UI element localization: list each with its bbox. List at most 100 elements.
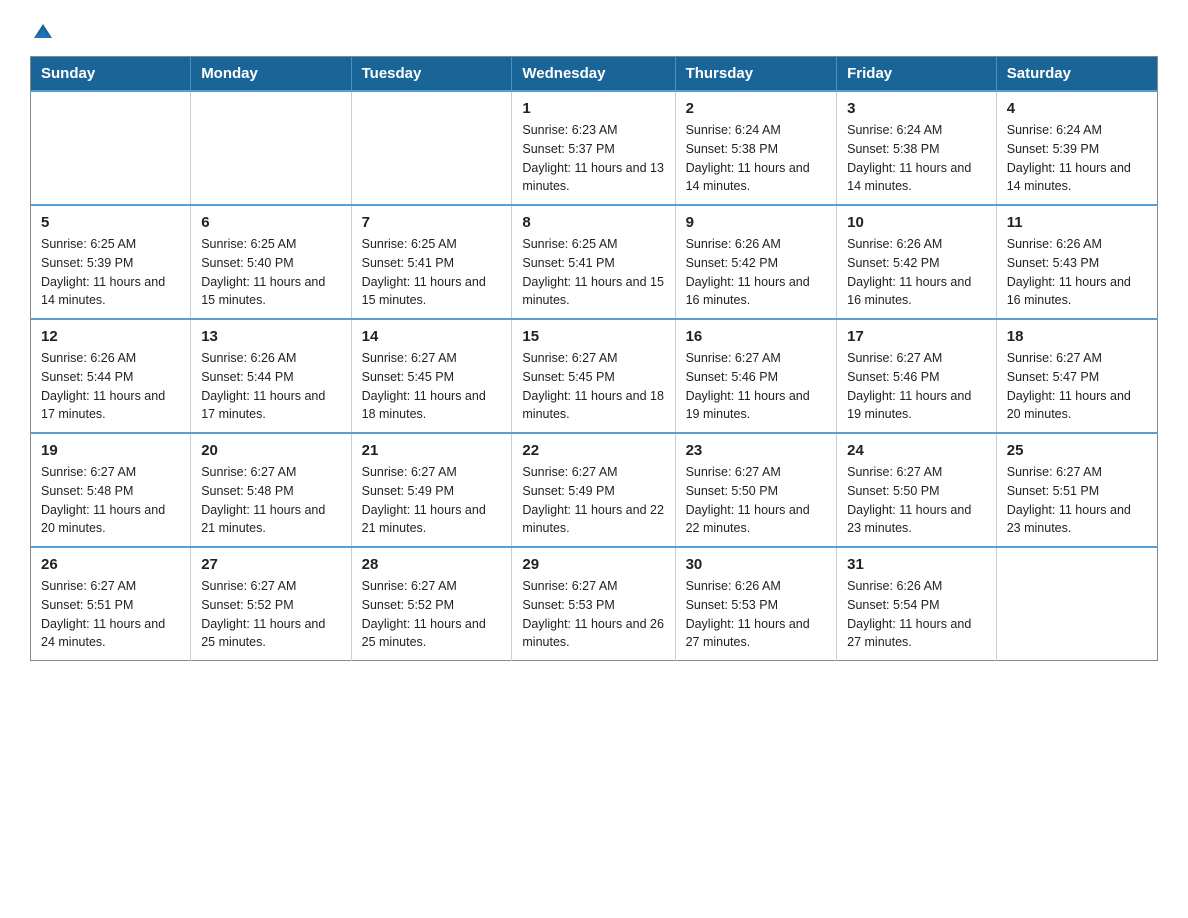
day-detail: Sunrise: 6:27 AMSunset: 5:53 PMDaylight:… (522, 577, 664, 652)
calendar-week-row: 19 Sunrise: 6:27 AMSunset: 5:48 PMDayligh… (31, 433, 1158, 547)
day-detail: Sunrise: 6:27 AMSunset: 5:51 PMDaylight:… (1007, 463, 1147, 538)
calendar-cell: 12 Sunrise: 6:26 AMSunset: 5:44 PMDayligh… (31, 319, 191, 433)
day-of-week-header: Saturday (996, 57, 1157, 92)
calendar-cell: 13 Sunrise: 6:26 AMSunset: 5:44 PMDayligh… (191, 319, 351, 433)
logo-icon (32, 20, 54, 42)
day-of-week-header: Sunday (31, 57, 191, 92)
calendar-cell: 14 Sunrise: 6:27 AMSunset: 5:45 PMDayligh… (351, 319, 512, 433)
calendar-cell: 18Sunrise: 6:27 AMSunset: 5:47 PMDayligh… (996, 319, 1157, 433)
calendar-cell: 29 Sunrise: 6:27 AMSunset: 5:53 PMDayligh… (512, 547, 675, 661)
day-number: 20 (201, 442, 340, 459)
day-detail: Sunrise: 6:25 AMSunset: 5:41 PMDaylight:… (522, 235, 664, 310)
day-number: 29 (522, 556, 664, 573)
day-detail: Sunrise: 6:27 AMSunset: 5:50 PMDaylight:… (686, 463, 827, 538)
day-detail: Sunrise: 6:25 AMSunset: 5:41 PMDaylight:… (362, 235, 502, 310)
day-of-week-header: Wednesday (512, 57, 675, 92)
day-detail: Sunrise: 6:27 AMSunset: 5:52 PMDaylight:… (201, 577, 340, 652)
logo (30, 20, 54, 38)
calendar-cell: 5 Sunrise: 6:25 AMSunset: 5:39 PMDaylight… (31, 205, 191, 319)
day-detail: Sunrise: 6:26 AMSunset: 5:53 PMDaylight:… (686, 577, 827, 652)
calendar-cell: 16Sunrise: 6:27 AMSunset: 5:46 PMDayligh… (675, 319, 837, 433)
day-detail: Sunrise: 6:26 AMSunset: 5:42 PMDaylight:… (686, 235, 827, 310)
day-detail: Sunrise: 6:26 AMSunset: 5:43 PMDaylight:… (1007, 235, 1147, 310)
day-detail: Sunrise: 6:25 AMSunset: 5:39 PMDaylight:… (41, 235, 180, 310)
calendar-cell: 31Sunrise: 6:26 AMSunset: 5:54 PMDayligh… (837, 547, 997, 661)
day-number: 1 (522, 100, 664, 117)
calendar-cell: 8 Sunrise: 6:25 AMSunset: 5:41 PMDaylight… (512, 205, 675, 319)
day-detail: Sunrise: 6:27 AMSunset: 5:51 PMDaylight:… (41, 577, 180, 652)
day-detail: Sunrise: 6:27 AMSunset: 5:52 PMDaylight:… (362, 577, 502, 652)
day-detail: Sunrise: 6:26 AMSunset: 5:54 PMDaylight:… (847, 577, 986, 652)
day-number: 9 (686, 214, 827, 231)
day-number: 10 (847, 214, 986, 231)
calendar-cell: 21Sunrise: 6:27 AMSunset: 5:49 PMDayligh… (351, 433, 512, 547)
calendar-cell: 27 Sunrise: 6:27 AMSunset: 5:52 PMDayligh… (191, 547, 351, 661)
day-detail: Sunrise: 6:27 AMSunset: 5:45 PMDaylight:… (362, 349, 502, 424)
day-number: 17 (847, 328, 986, 345)
calendar-cell: 4 Sunrise: 6:24 AMSunset: 5:39 PMDaylight… (996, 91, 1157, 205)
calendar-header-row: SundayMondayTuesdayWednesdayThursdayFrid… (31, 57, 1158, 92)
day-number: 14 (362, 328, 502, 345)
day-number: 11 (1007, 214, 1147, 231)
day-number: 24 (847, 442, 986, 459)
day-detail: Sunrise: 6:25 AMSunset: 5:40 PMDaylight:… (201, 235, 340, 310)
calendar-cell: 9 Sunrise: 6:26 AMSunset: 5:42 PMDaylight… (675, 205, 837, 319)
day-of-week-header: Thursday (675, 57, 837, 92)
day-number: 6 (201, 214, 340, 231)
calendar-cell: 15Sunrise: 6:27 AMSunset: 5:45 PMDayligh… (512, 319, 675, 433)
day-detail: Sunrise: 6:26 AMSunset: 5:44 PMDaylight:… (201, 349, 340, 424)
calendar-cell: 28 Sunrise: 6:27 AMSunset: 5:52 PMDayligh… (351, 547, 512, 661)
calendar-cell: 26Sunrise: 6:27 AMSunset: 5:51 PMDayligh… (31, 547, 191, 661)
day-number: 7 (362, 214, 502, 231)
day-detail: Sunrise: 6:24 AMSunset: 5:38 PMDaylight:… (847, 121, 986, 196)
calendar-cell (31, 91, 191, 205)
day-detail: Sunrise: 6:26 AMSunset: 5:42 PMDaylight:… (847, 235, 986, 310)
day-number: 25 (1007, 442, 1147, 459)
day-detail: Sunrise: 6:24 AMSunset: 5:39 PMDaylight:… (1007, 121, 1147, 196)
calendar-cell: 10 Sunrise: 6:26 AMSunset: 5:42 PMDayligh… (837, 205, 997, 319)
day-number: 4 (1007, 100, 1147, 117)
calendar-cell (996, 547, 1157, 661)
day-number: 3 (847, 100, 986, 117)
calendar-cell: 3 Sunrise: 6:24 AMSunset: 5:38 PMDaylight… (837, 91, 997, 205)
day-number: 28 (362, 556, 502, 573)
calendar-week-row: 1Sunrise: 6:23 AMSunset: 5:37 PMDaylight… (31, 91, 1158, 205)
day-number: 27 (201, 556, 340, 573)
calendar-cell: 24 Sunrise: 6:27 AMSunset: 5:50 PMDayligh… (837, 433, 997, 547)
day-number: 30 (686, 556, 827, 573)
calendar-table: SundayMondayTuesdayWednesdayThursdayFrid… (30, 56, 1158, 661)
day-number: 22 (522, 442, 664, 459)
day-of-week-header: Monday (191, 57, 351, 92)
day-detail: Sunrise: 6:27 AMSunset: 5:48 PMDaylight:… (41, 463, 180, 538)
day-number: 16 (686, 328, 827, 345)
calendar-cell: 25 Sunrise: 6:27 AMSunset: 5:51 PMDayligh… (996, 433, 1157, 547)
calendar-cell: 6 Sunrise: 6:25 AMSunset: 5:40 PMDaylight… (191, 205, 351, 319)
day-detail: Sunrise: 6:26 AMSunset: 5:44 PMDaylight:… (41, 349, 180, 424)
day-number: 8 (522, 214, 664, 231)
day-of-week-header: Friday (837, 57, 997, 92)
day-detail: Sunrise: 6:27 AMSunset: 5:45 PMDaylight:… (522, 349, 664, 424)
calendar-week-row: 5 Sunrise: 6:25 AMSunset: 5:39 PMDaylight… (31, 205, 1158, 319)
day-detail: Sunrise: 6:27 AMSunset: 5:50 PMDaylight:… (847, 463, 986, 538)
calendar-week-row: 26Sunrise: 6:27 AMSunset: 5:51 PMDayligh… (31, 547, 1158, 661)
day-detail: Sunrise: 6:27 AMSunset: 5:49 PMDaylight:… (522, 463, 664, 538)
day-detail: Sunrise: 6:27 AMSunset: 5:46 PMDaylight:… (847, 349, 986, 424)
day-number: 23 (686, 442, 827, 459)
calendar-cell: 22 Sunrise: 6:27 AMSunset: 5:49 PMDayligh… (512, 433, 675, 547)
day-number: 12 (41, 328, 180, 345)
calendar-cell (191, 91, 351, 205)
page-header (30, 20, 1158, 38)
day-number: 13 (201, 328, 340, 345)
calendar-cell: 20Sunrise: 6:27 AMSunset: 5:48 PMDayligh… (191, 433, 351, 547)
calendar-cell: 2Sunrise: 6:24 AMSunset: 5:38 PMDaylight… (675, 91, 837, 205)
day-number: 21 (362, 442, 502, 459)
calendar-cell: 30 Sunrise: 6:26 AMSunset: 5:53 PMDayligh… (675, 547, 837, 661)
calendar-cell (351, 91, 512, 205)
day-number: 19 (41, 442, 180, 459)
calendar-cell: 11 Sunrise: 6:26 AMSunset: 5:43 PMDayligh… (996, 205, 1157, 319)
calendar-cell: 1Sunrise: 6:23 AMSunset: 5:37 PMDaylight… (512, 91, 675, 205)
calendar-cell: 23 Sunrise: 6:27 AMSunset: 5:50 PMDayligh… (675, 433, 837, 547)
calendar-week-row: 12 Sunrise: 6:26 AMSunset: 5:44 PMDayligh… (31, 319, 1158, 433)
day-number: 18 (1007, 328, 1147, 345)
day-number: 5 (41, 214, 180, 231)
